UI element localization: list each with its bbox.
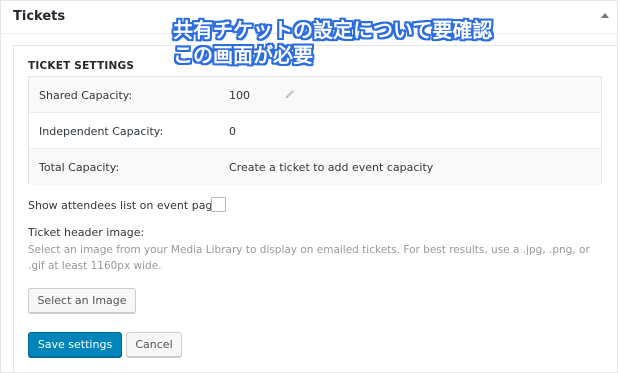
attendees-list-label: Show attendees list on event page	[28, 199, 220, 212]
shared-capacity-label: Shared Capacity:	[39, 89, 133, 102]
select-image-button[interactable]: Select an Image	[28, 288, 136, 313]
metabox-title: Tickets	[13, 9, 66, 24]
pencil-icon[interactable]	[284, 88, 296, 100]
cancel-button[interactable]: Cancel	[126, 332, 182, 357]
attendees-list-checkbox[interactable]	[211, 197, 226, 212]
header-image-help: Select an image from your Media Library …	[28, 244, 590, 272]
table-row-shared-capacity: Shared Capacity: 100	[29, 77, 601, 113]
annotation-line-1: 共有チケットの設定について要確認	[173, 18, 493, 42]
section-title: TICKET SETTINGS	[28, 60, 135, 72]
table-row-independent-capacity: Independent Capacity: 0	[29, 113, 601, 149]
independent-capacity-label: Independent Capacity:	[39, 125, 164, 138]
annotation-line-2: この画面が必要	[173, 43, 313, 67]
shared-capacity-value: 100	[229, 89, 250, 102]
capacity-table: Shared Capacity: 100 Independent Capacit…	[28, 76, 602, 185]
total-capacity-value: Create a ticket to add event capacity	[229, 161, 434, 174]
annotation-overlay: 共有チケットの設定について要確認 この画面が必要	[173, 18, 492, 68]
independent-capacity-value: 0	[229, 125, 236, 138]
total-capacity-label: Total Capacity:	[39, 161, 120, 174]
table-row-total-capacity: Total Capacity: Create a ticket to add e…	[29, 149, 601, 185]
header-image-label: Ticket header image:	[28, 226, 145, 239]
collapse-toggle-icon[interactable]	[601, 13, 609, 18]
save-settings-button[interactable]: Save settings	[28, 332, 122, 357]
